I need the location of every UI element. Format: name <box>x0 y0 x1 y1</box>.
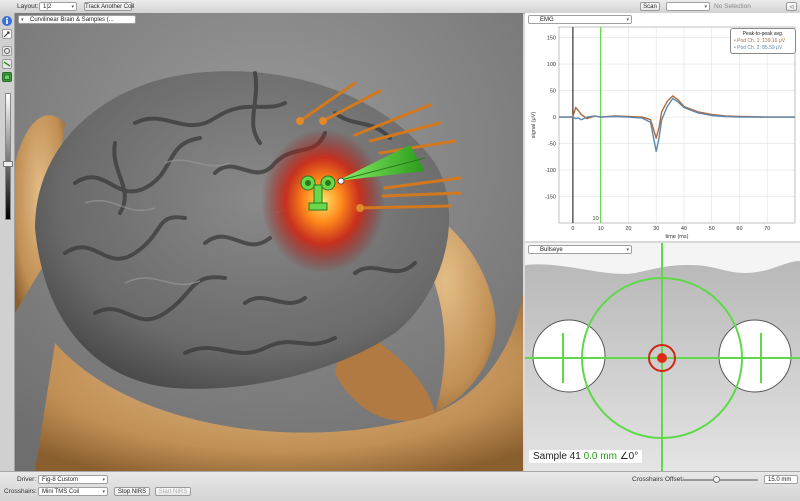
coil-tool-icon[interactable] <box>2 59 12 69</box>
viewport-view-value: Curvilinear Brain & Samples (... <box>30 17 114 23</box>
crosshairs-select[interactable]: Mini TMS Coil ▾ <box>38 487 108 496</box>
brightness-slider-thumb[interactable] <box>3 161 13 167</box>
x-tick-label: 30 <box>653 226 659 232</box>
slider-thumb[interactable] <box>712 476 720 483</box>
sample-name: Sample 41 <box>533 451 581 462</box>
track-another-coil-button[interactable]: Track Another Coil <box>84 2 134 11</box>
crosshairs-offset-slider[interactable] <box>682 476 758 483</box>
driver-select[interactable]: Fig-8 Custom ▾ <box>38 475 108 484</box>
legend-ch2-text: Pod Ch. 2: 85.59 μV <box>737 45 783 51</box>
driver-value: Fig-8 Custom <box>42 477 79 483</box>
layout-select[interactable]: 1|2 ▾ <box>39 2 77 11</box>
cube-tool-icon[interactable] <box>2 72 12 82</box>
legend-ch1-text: Pod Ch. 1: 139.16 μV <box>737 38 786 44</box>
x-tick-label: 20 <box>625 226 631 232</box>
chevron-down-icon: ▾ <box>626 247 629 253</box>
x-tick-label: 70 <box>764 226 770 232</box>
sample-readout: Sample 41 0.0 mm ∠0° <box>529 450 643 463</box>
scan-select[interactable]: ▾ <box>666 2 710 11</box>
y-tick-label: 50 <box>550 89 556 95</box>
camera-tool-icon[interactable] <box>2 46 12 56</box>
top-toolbar: Layout: 1|2 ▾ Track Another Coil Scan ▾ N… <box>0 0 800 14</box>
chevron-down-icon: ▾ <box>102 477 105 483</box>
right-hole <box>718 319 792 393</box>
x-tick-label: 50 <box>709 226 715 232</box>
collapse-panel-button[interactable]: ◁ <box>786 2 797 11</box>
y-tick-label: 100 <box>547 62 556 68</box>
stop-nirs-button[interactable]: Stop NIRS <box>114 487 150 496</box>
pointer-tool-icon[interactable] <box>2 29 12 39</box>
3d-viewport[interactable]: Curvilinear Brain & Samples (... ▾ <box>15 13 523 471</box>
x-tick-label: 60 <box>736 226 742 232</box>
layout-label: Layout: <box>17 3 39 10</box>
left-hole <box>532 319 606 393</box>
layout-value: 1|2 <box>43 4 52 10</box>
x-tick-label: 10 <box>598 226 604 232</box>
viewport-view-select[interactable]: Curvilinear Brain & Samples (... ▾ <box>18 15 136 24</box>
sample-angle: ∠0° <box>619 451 639 462</box>
emg-legend: Peak-to-peak avg. • Pod Ch. 1: 139.16 μV… <box>730 28 796 54</box>
y-tick-label: 0 <box>553 115 556 121</box>
chevron-down-icon: ▾ <box>704 4 707 10</box>
y-tick-label: -100 <box>545 168 556 174</box>
time-marker-label: 10 <box>593 216 599 222</box>
selection-status: No Selection <box>714 3 751 10</box>
driver-label: Driver: <box>17 476 37 483</box>
crosshairs-offset-input[interactable]: 15.0 mm <box>764 475 798 484</box>
chevron-down-icon: ▾ <box>102 489 105 495</box>
info-icon[interactable] <box>2 16 12 26</box>
x-tick-label: 40 <box>681 226 687 232</box>
target-dot <box>657 353 667 363</box>
bullseye-view <box>525 243 800 471</box>
chevron-down-icon: ▾ <box>21 17 24 23</box>
start-nirs-button[interactable]: Start NIRS <box>155 487 191 496</box>
brain-render <box>15 13 523 471</box>
stimulation-heatmap <box>261 129 385 273</box>
crosshairs-offset-label: Crosshairs Offset: <box>632 476 684 483</box>
y-tick-label: 150 <box>547 36 556 42</box>
bullseye-view-value: Bullseye <box>540 247 563 253</box>
chevron-left-icon: ◁ <box>789 4 794 10</box>
left-toolbar <box>0 13 15 471</box>
scan-button[interactable]: Scan <box>640 2 660 11</box>
x-tick-label: 0 <box>571 226 574 232</box>
chevron-down-icon: ▾ <box>71 4 74 10</box>
plot-frame <box>558 26 796 224</box>
bullseye-panel: Bullseye ▾ Sample 41 0.0 mm ∠0° <box>525 243 800 471</box>
y-axis-label: signal (μV) <box>531 112 537 139</box>
emg-panel: EMG ▾ 0 10 20 30 40 50 60 70 150 100 50 0 -50 -100 -150… <box>525 13 800 241</box>
crosshairs-label: Crosshairs: <box>4 488 37 495</box>
crosshairs-value: Mini TMS Coil <box>42 489 80 495</box>
brightness-slider[interactable] <box>5 93 11 220</box>
x-axis-label: time (ms) <box>666 234 689 240</box>
legend-ch1: • Pod Ch. 1: 139.16 μV <box>734 38 786 44</box>
legend-title: Peak-to-peak avg. <box>742 31 784 37</box>
legend-ch2: • Pod Ch. 2: 85.59 μV <box>734 45 783 51</box>
coil-target-point <box>337 177 345 185</box>
bottom-bar: Driver: Fig-8 Custom ▾ Crosshairs: Mini T… <box>0 471 800 501</box>
y-tick-label: -50 <box>548 142 556 148</box>
sample-distance: 0.0 mm <box>583 451 617 462</box>
coil-hole-left <box>305 180 311 186</box>
coil-hole-right <box>325 180 331 186</box>
bullseye-view-select[interactable]: Bullseye ▾ <box>528 245 632 254</box>
y-tick-label: -150 <box>545 195 556 201</box>
